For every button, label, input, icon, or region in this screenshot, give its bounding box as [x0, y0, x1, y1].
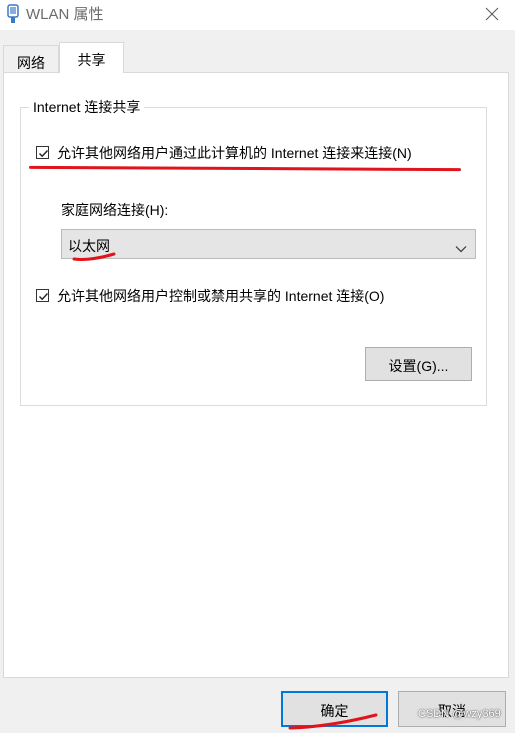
home-network-label: 家庭网络连接(H):	[61, 202, 169, 218]
allow-sharing-checkbox[interactable]	[36, 146, 49, 159]
allow-control-label[interactable]: 允许其他网络用户控制或禁用共享的 Internet 连接(O)	[57, 286, 384, 306]
annotation-underline-ok	[288, 713, 378, 730]
title-bar: WLAN 属性	[0, 0, 515, 30]
window-title: WLAN 属性	[26, 6, 104, 23]
allow-control-checkbox[interactable]	[36, 289, 49, 302]
annotation-underline-short	[72, 252, 116, 261]
close-button[interactable]	[469, 0, 515, 30]
check-icon	[39, 293, 49, 301]
home-network-dropdown[interactable]: 以太网	[61, 229, 476, 259]
check-icon	[39, 150, 49, 158]
settings-button[interactable]: 设置(G)...	[365, 347, 472, 381]
tab-network[interactable]: 网络	[3, 45, 59, 72]
chevron-down-icon	[455, 240, 467, 256]
close-icon	[485, 7, 499, 24]
allow-sharing-label[interactable]: 允许其他网络用户通过此计算机的 Internet 连接来连接(N)	[57, 143, 412, 163]
tab-sharing[interactable]: 共享	[59, 42, 124, 73]
network-adapter-icon	[6, 4, 20, 24]
watermark: CSDN @wzy369	[418, 708, 501, 720]
group-title: Internet 连接共享	[29, 97, 145, 117]
